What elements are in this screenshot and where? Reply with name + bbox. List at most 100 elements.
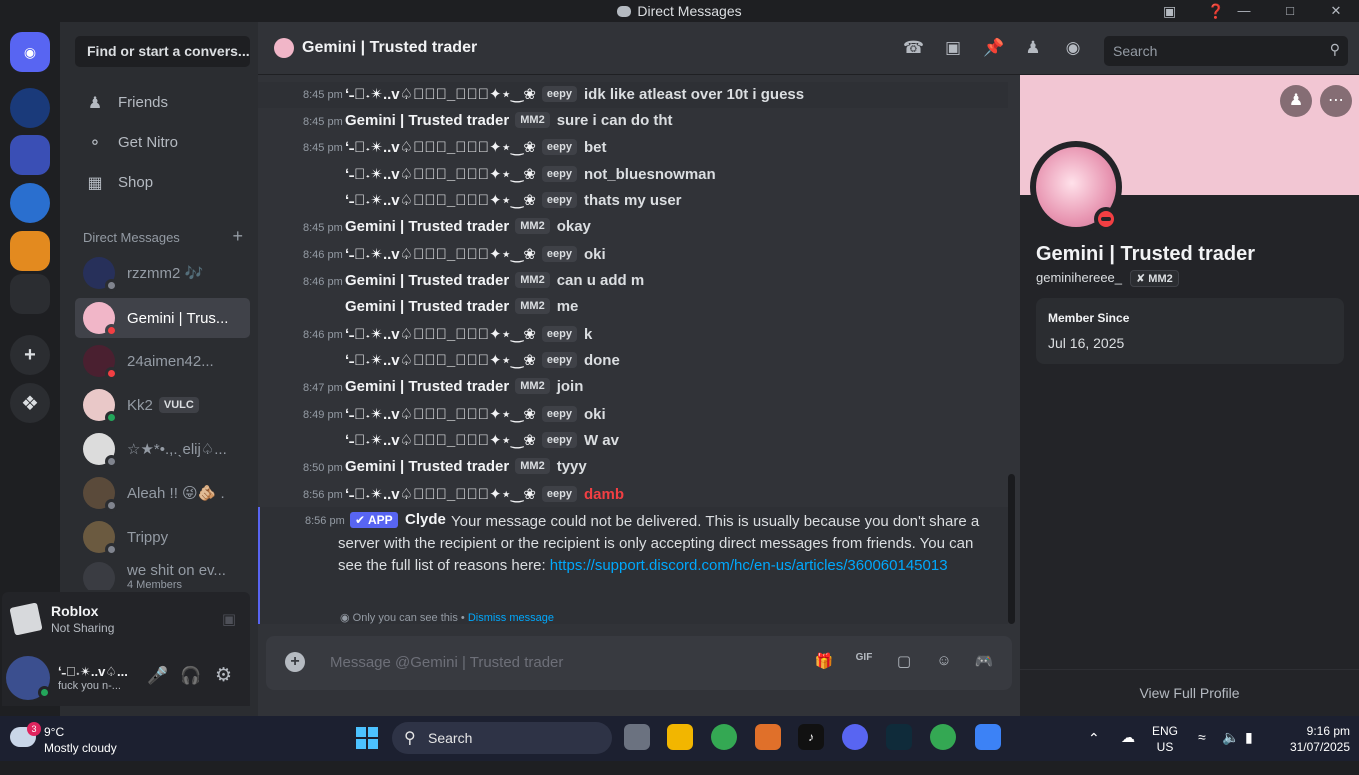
headphones-icon[interactable]: 🎧 xyxy=(180,666,201,686)
pinned-messages-icon[interactable]: 📌 xyxy=(983,38,1004,58)
message-row: 8:46 pm Gemini | Trusted trader MM2 can u a… xyxy=(258,269,1008,295)
message-timestamp: 8:46 pm xyxy=(303,329,343,341)
discover-button[interactable]: ❖ xyxy=(10,383,50,423)
add-server-button[interactable]: + xyxy=(10,335,50,375)
clock[interactable]: 9:16 pm 31/07/2025 xyxy=(1278,723,1350,768)
nav-shop[interactable]: ▦ Shop xyxy=(75,164,250,200)
user-profile-icon[interactable]: ◉ xyxy=(1063,38,1083,58)
nav-friends[interactable]: ♟ Friends xyxy=(75,84,250,120)
message-composer[interactable]: + Message @Gemini | Trusted trader 🎁 GIF… xyxy=(266,636,1012,690)
find-conversation-input[interactable]: Find or start a convers... xyxy=(75,36,250,67)
tiktok-icon[interactable]: ♪ xyxy=(798,724,824,750)
task-view-icon[interactable] xyxy=(624,724,650,750)
chat-recipient[interactable]: Gemini | Trusted trader xyxy=(274,38,477,58)
dm-group-item[interactable]: we shit on ev... 4 Members xyxy=(75,558,250,590)
message-author[interactable]: Gemini | Trusted trader MM2 okay xyxy=(345,218,591,235)
dm-item[interactable]: 24aimen42... xyxy=(75,341,250,381)
emoji-icon[interactable]: ☺ xyxy=(934,652,954,670)
discord-taskbar-icon[interactable] xyxy=(842,724,868,750)
profile-avatar[interactable] xyxy=(1030,141,1122,233)
chrome-icon[interactable] xyxy=(711,724,737,750)
activities-icon[interactable]: 🎮 xyxy=(974,652,994,670)
message-author[interactable]: ʻ˗॑˖✴..ᴠ♤𝔫𝔫𝔶_𝔟𝔬𝔦✦⋆‿❀ eepy idk like atleast… xyxy=(345,85,804,103)
add-friend-icon[interactable]: ♟ xyxy=(1280,85,1312,117)
start-button[interactable] xyxy=(356,727,378,749)
language-indicator[interactable]: ENG US xyxy=(1152,723,1178,768)
message-author[interactable]: Gemini | Trusted trader MM2 sure i can do … xyxy=(345,112,673,129)
inbox-icon[interactable]: ▣ xyxy=(1163,0,1176,22)
microphone-icon[interactable]: 🎤 xyxy=(147,666,168,686)
message-author[interactable]: ʻ˗॑˖✴..ᴠ♤𝔫𝔫𝔶_𝔟𝔬𝔦✦⋆‿❀ eepy thats my user xyxy=(345,191,682,209)
taskbar-search[interactable]: ⚲ Search xyxy=(392,722,612,754)
screen-share-icon[interactable]: ▣ xyxy=(222,610,236,628)
maximize-button[interactable]: □ xyxy=(1267,0,1313,22)
settings-gear-icon[interactable]: ⚙ xyxy=(215,664,232,687)
file-explorer-icon[interactable] xyxy=(667,724,693,750)
volume-icon[interactable]: 🔈 xyxy=(1222,729,1239,774)
message-author[interactable]: ʻ˗॑˖✴..ᴠ♤𝔫𝔫𝔶_𝔟𝔬𝔦✦⋆‿❀ eepy not_bluesnowman xyxy=(345,165,716,183)
app-icon[interactable] xyxy=(755,724,781,750)
gif-icon[interactable]: GIF xyxy=(854,652,874,670)
message-author[interactable]: ʻ˗॑˖✴..ᴠ♤𝔫𝔫𝔶_𝔟𝔬𝔦✦⋆‿❀ eepy bet xyxy=(345,138,606,156)
roblox-taskbar-icon[interactable] xyxy=(975,724,1001,750)
dismiss-message-link[interactable]: Dismiss message xyxy=(468,612,554,624)
status-icon xyxy=(105,279,118,292)
server-icon-1[interactable] xyxy=(10,88,50,128)
close-button[interactable]: ✕ xyxy=(1313,0,1359,22)
guild-tag: MM2 xyxy=(515,218,550,234)
message-author[interactable]: ʻ˗॑˖✴..ᴠ♤𝔫𝔫𝔶_𝔟𝔬𝔦✦⋆‿❀ eepy oki xyxy=(345,405,606,423)
view-full-profile-button[interactable]: View Full Profile xyxy=(1020,669,1359,716)
discord-icon xyxy=(617,6,632,17)
dm-item[interactable]: Aleah !! 😜🫵🏼 . xyxy=(75,473,250,513)
home-button[interactable]: ◉ xyxy=(10,32,50,72)
voice-call-icon[interactable]: ☎ xyxy=(903,38,924,58)
guild-tag: eepy xyxy=(541,86,577,102)
search-icon: ⚲ xyxy=(404,730,416,747)
support-link[interactable]: https://support.discord.com/hc/en-us/art… xyxy=(550,557,948,574)
message-author[interactable]: Gemini | Trusted trader MM2 tyyy xyxy=(345,458,587,475)
message-author[interactable]: Gemini | Trusted trader MM2 can u add m xyxy=(345,272,644,289)
dm-item-active[interactable]: Gemini | Trus... xyxy=(75,298,250,338)
server-icon-2[interactable] xyxy=(10,135,50,175)
video-call-icon[interactable]: ▣ xyxy=(943,38,963,58)
user-avatar[interactable] xyxy=(6,656,51,700)
scrollbar[interactable] xyxy=(1008,474,1015,624)
server-icon-3[interactable] xyxy=(10,183,50,223)
search-input[interactable]: Search ⚲ xyxy=(1104,36,1348,66)
message-author[interactable]: ʻ˗॑˖✴..ᴠ♤𝔫𝔫𝔶_𝔟𝔬𝔦✦⋆‿❀ eepy done xyxy=(345,351,620,369)
nav-nitro[interactable]: ⚬ Get Nitro xyxy=(75,124,250,160)
sticker-icon[interactable]: ▢ xyxy=(894,652,914,670)
server-folder[interactable] xyxy=(10,274,50,314)
guild-tag: MM2 xyxy=(515,458,550,474)
message-text: okay xyxy=(556,218,591,235)
user-panel: ʻ˗॑˖✴..ᴠ♤... fuck you n-... 🎤 🎧 ⚙ xyxy=(2,644,250,706)
dm-item[interactable]: Trippy xyxy=(75,517,250,557)
gift-icon[interactable]: 🎁 xyxy=(814,652,834,670)
dm-item[interactable]: Kk2 VULC xyxy=(75,385,250,425)
chat-header: Gemini | Trusted trader ☎ ▣ 📌 ♟ ◉ Search… xyxy=(258,22,1359,75)
message-author[interactable]: ʻ˗॑˖✴..ᴠ♤𝔫𝔫𝔶_𝔟𝔬𝔦✦⋆‿❀ eepy oki xyxy=(345,245,606,263)
create-dm-icon[interactable]: + xyxy=(232,227,243,245)
message-author[interactable]: ʻ˗॑˖✴..ᴠ♤𝔫𝔫𝔶_𝔟𝔬𝔦✦⋆‿❀ eepy W av xyxy=(345,431,619,449)
message-timestamp: 8:56 pm xyxy=(303,489,343,501)
battery-icon[interactable]: ▮ xyxy=(1245,729,1253,774)
app-icon[interactable] xyxy=(886,724,912,750)
message-text: oki xyxy=(583,246,606,263)
message-author[interactable]: ʻ˗॑˖✴..ᴠ♤𝔫𝔫𝔶_𝔟𝔬𝔦✦⋆‿❀ eepy k xyxy=(345,325,592,343)
chrome-icon[interactable] xyxy=(930,724,956,750)
dm-item[interactable]: ☆★*•.,.ˎelij♤... xyxy=(75,429,250,469)
eye-icon: ◉ xyxy=(340,612,350,624)
message-author[interactable]: ʻ˗॑˖✴..ᴠ♤𝔫𝔫𝔶_𝔟𝔬𝔦✦⋆‿❀ eepy damb xyxy=(345,485,624,503)
message-input[interactable]: Message @Gemini | Trusted trader xyxy=(330,654,563,671)
add-friends-to-dm-icon[interactable]: ♟ xyxy=(1023,38,1043,58)
wifi-icon[interactable]: ≈ xyxy=(1198,729,1206,774)
show-hidden-icons[interactable]: ⌃ xyxy=(1088,730,1100,775)
more-options-icon[interactable]: ⋯ xyxy=(1320,85,1352,117)
server-icon-4[interactable] xyxy=(10,231,50,271)
message-author[interactable]: Gemini | Trusted trader MM2 join xyxy=(345,378,583,395)
upload-plus-icon[interactable]: + xyxy=(285,652,305,672)
network-off-icon[interactable]: ☁ xyxy=(1121,729,1135,774)
minimize-button[interactable]: — xyxy=(1221,0,1267,22)
dm-item[interactable]: rzzmm2 🎶 xyxy=(75,253,250,293)
message-author[interactable]: Gemini | Trusted trader MM2 me xyxy=(345,298,578,315)
